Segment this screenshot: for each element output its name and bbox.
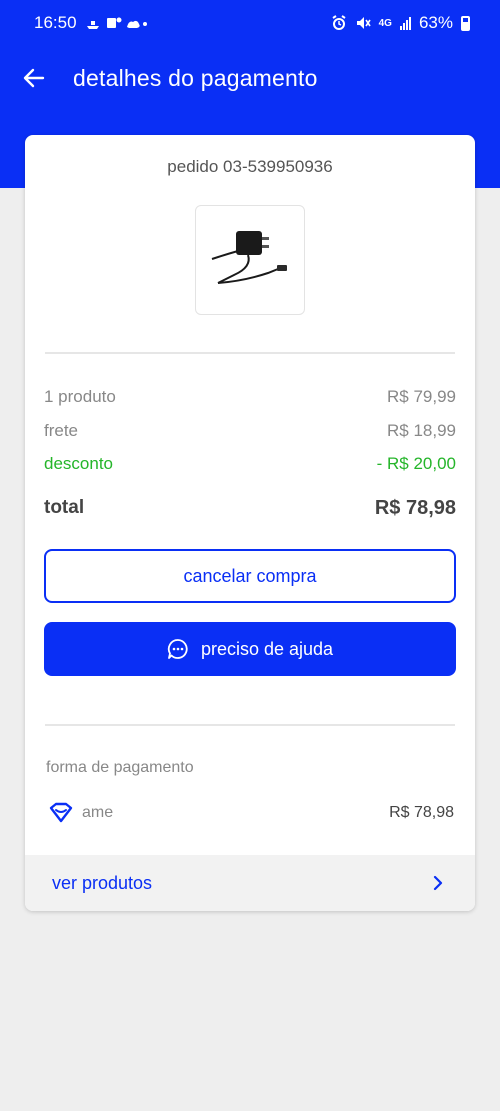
products-label: 1 produto <box>44 387 116 406</box>
view-products-link[interactable]: ver produtos <box>25 855 475 911</box>
total-value: R$ 78,98 <box>374 497 456 519</box>
payment-method-name: ame <box>82 804 114 821</box>
discount-label: desconto <box>44 454 113 473</box>
arrow-left-icon[interactable] <box>22 66 46 90</box>
view-products-label: ver produtos <box>52 872 153 893</box>
discount-value: - R$ 20,00 <box>376 454 456 473</box>
payment-section-label: forma de pagamento <box>46 759 194 776</box>
shipping-label: frete <box>44 421 79 440</box>
order-id: pedido 03-539950936 <box>167 157 333 176</box>
total-label: total <box>44 497 85 518</box>
divider <box>45 724 455 726</box>
help-button[interactable]: preciso de ajuda <box>44 622 456 676</box>
help-label: preciso de ajuda <box>200 638 334 659</box>
network-icon: 4G <box>378 17 392 29</box>
payment-details-card: pedido 03-539950936 1 produto R$ 79,99 f… <box>25 135 475 911</box>
mute-icon <box>355 15 371 31</box>
payment-method-row: ame R$ 78,98 <box>48 802 454 824</box>
summary-discount-row: desconto - R$ 20,00 <box>44 454 456 474</box>
summary-products-row: 1 produto R$ 79,99 <box>44 387 456 407</box>
status-time: 16:50 <box>34 13 77 32</box>
summary-total-row: total R$ 78,98 <box>44 497 456 520</box>
product-thumbnail[interactable] <box>195 205 305 315</box>
status-bar: 16:50 4G 63% <box>0 0 500 46</box>
summary-shipping-row: frete R$ 18,99 <box>44 421 456 441</box>
notification-icons <box>85 16 147 30</box>
cancel-purchase-button[interactable]: cancelar compra <box>44 549 456 603</box>
charger-image-icon <box>211 231 287 284</box>
payment-amount: R$ 78,98 <box>389 804 454 821</box>
alarm-icon <box>331 15 347 31</box>
signal-icon <box>399 16 411 30</box>
ame-heart-icon <box>48 802 74 824</box>
divider <box>45 352 455 354</box>
chevron-right-icon <box>433 875 443 891</box>
chat-bubble-icon <box>167 638 189 660</box>
shipping-value: R$ 18,99 <box>387 421 456 440</box>
page-title: detalhes do pagamento <box>73 64 318 91</box>
cancel-purchase-label: cancelar compra <box>183 565 317 586</box>
battery-percent: 63% <box>418 13 453 32</box>
app-bar: detalhes do pagamento <box>0 50 500 106</box>
products-value: R$ 79,99 <box>387 387 456 406</box>
battery-icon <box>461 15 470 31</box>
